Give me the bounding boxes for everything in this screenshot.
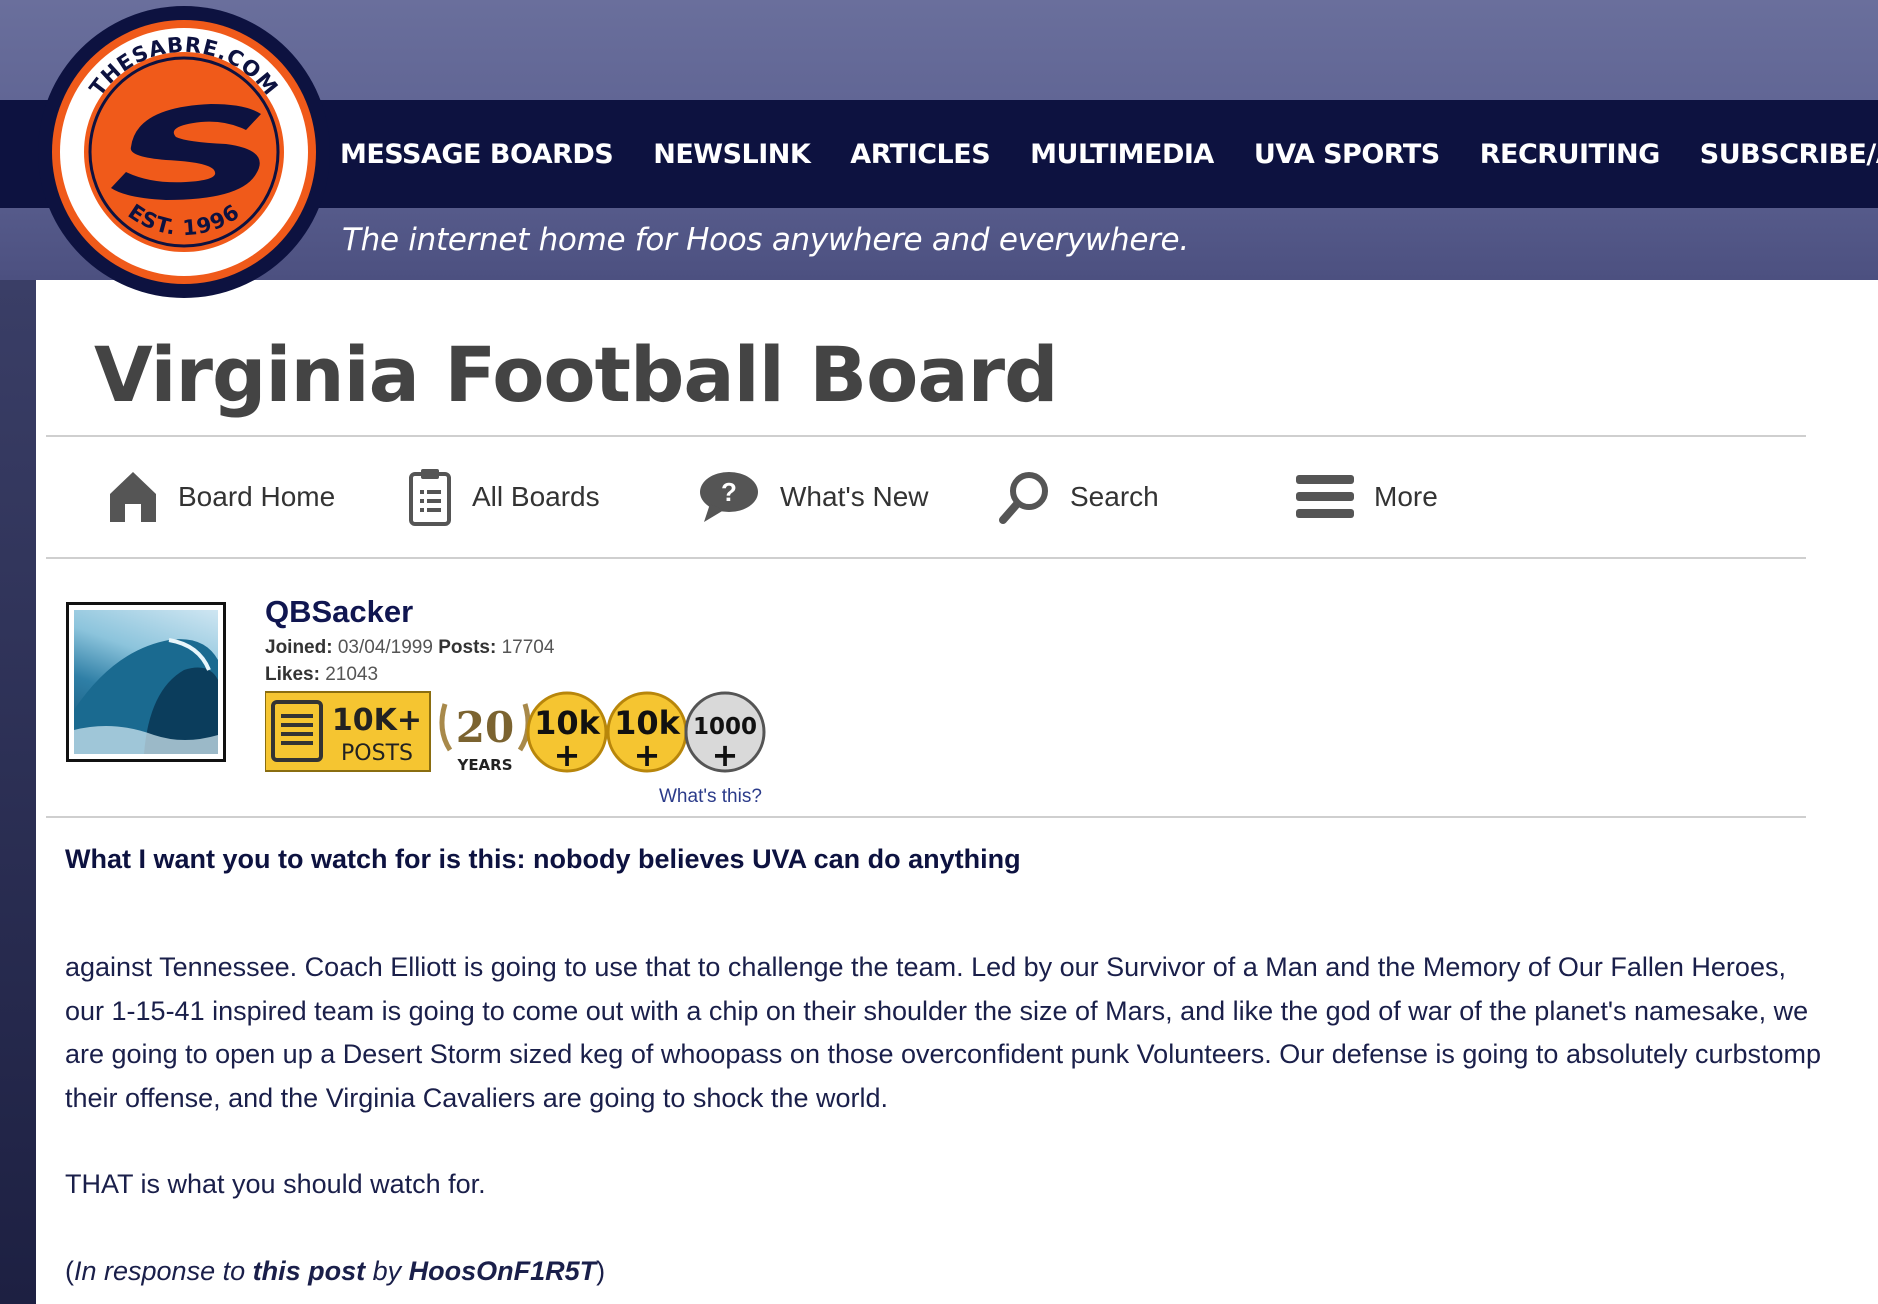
clipboard-icon (408, 468, 452, 526)
all-boards-button[interactable]: All Boards (408, 437, 600, 557)
posts-label: Posts: (438, 637, 497, 658)
nav-uva-sports[interactable]: UVA SPORTS (1254, 139, 1440, 170)
question-bubble-icon: ? (698, 470, 760, 524)
site-logo[interactable]: THESABRE.COM EST. 1996 (36, 2, 332, 298)
wave-image (74, 610, 218, 754)
more-label: More (1374, 481, 1438, 512)
response-by: by (365, 1255, 409, 1286)
main-content: Virginia Football Board Board Home All B… (36, 280, 1878, 1304)
nav-recruiting[interactable]: RECRUITING (1480, 139, 1661, 170)
username[interactable]: QBSacker (265, 594, 413, 630)
nav-articles[interactable]: ARTICLES (850, 139, 990, 170)
post-title: What I want you to watch for is this: no… (65, 844, 1021, 874)
svg-text:?: ? (721, 477, 737, 507)
hamburger-icon (1296, 472, 1354, 522)
divider (46, 557, 1806, 559)
whats-new-label: What's New (780, 481, 929, 512)
response-close-paren: ) (596, 1255, 606, 1286)
whats-new-button[interactable]: ? What's New (698, 437, 929, 557)
response-open-paren: ( (65, 1255, 74, 1286)
likes-value: 21043 (325, 664, 379, 685)
response-line: (In response to this post by HoosOnF1R5T… (65, 1250, 1825, 1294)
posts-badge-bottom: POSTS (341, 741, 413, 766)
joined-label: Joined: (265, 637, 333, 658)
response-prefix: In response to (74, 1255, 253, 1286)
nav-subscribe[interactable]: SUBSCRIBE/A (1700, 139, 1878, 170)
likes-10k-badge-2[interactable]: 10k + (606, 691, 688, 774)
board-toolbar: Board Home All Boards ? What's New Searc… (36, 437, 1796, 557)
nav-multimedia[interactable]: MULTIMEDIA (1030, 139, 1214, 170)
user-badges: 10K+ POSTS 20 YEARS 10k + 10k + 1000 + (264, 690, 785, 774)
parent-post-link[interactable]: this post (253, 1256, 366, 1286)
main-nav: MESSAGE BOARDS NEWSLINK ARTICLES MULTIME… (340, 100, 1878, 208)
page-background-left (0, 280, 36, 1304)
divider (46, 816, 1806, 818)
user-meta-line2: Likes: 21043 (265, 664, 378, 686)
posts-value: 17704 (501, 637, 555, 658)
home-icon (108, 470, 158, 524)
parent-author-link[interactable]: HoosOnF1R5T (409, 1256, 597, 1286)
years-badge-number: 20 (456, 703, 514, 752)
posts-badge-top: 10K+ (332, 703, 422, 738)
likes-1000-badge[interactable]: 1000 + (684, 691, 766, 774)
search-label: Search (1070, 481, 1159, 512)
board-home-label: Board Home (178, 481, 336, 512)
silver-badge-plus: + (712, 736, 739, 774)
all-boards-label: All Boards (472, 481, 600, 512)
search-button[interactable]: Search (998, 437, 1159, 557)
likes-10k-badge-1[interactable]: 10k + (526, 691, 608, 774)
nav-newslink[interactable]: NEWSLINK (653, 139, 811, 170)
joined-value: 03/04/1999 (337, 637, 433, 658)
posts-10k-badge[interactable]: 10K+ POSTS (264, 691, 431, 772)
whats-this-link[interactable]: What's this? (659, 786, 762, 808)
likes-badge-1-plus: + (554, 736, 581, 774)
post-body: against Tennessee. Coach Elliott is goin… (65, 946, 1825, 1304)
years-20-badge[interactable]: 20 YEARS (439, 703, 531, 774)
post-paragraph: THAT is what you should watch for. (65, 1169, 486, 1199)
board-home-button[interactable]: Board Home (108, 437, 335, 557)
likes-badge-2-plus: + (634, 736, 661, 774)
more-button[interactable]: More (1296, 437, 1438, 557)
site-tagline: The internet home for Hoos anywhere and … (342, 222, 1189, 258)
page-title: Virginia Football Board (94, 330, 1059, 419)
nav-message-boards[interactable]: MESSAGE BOARDS (340, 139, 614, 170)
avatar[interactable] (66, 602, 226, 762)
years-badge-label: YEARS (456, 756, 512, 774)
post-paragraph: against Tennessee. Coach Elliott is goin… (65, 952, 1822, 1113)
user-meta-line1: Joined: 03/04/1999 Posts: 17704 (265, 637, 554, 659)
search-icon (998, 470, 1050, 524)
likes-label: Likes: (265, 664, 320, 685)
